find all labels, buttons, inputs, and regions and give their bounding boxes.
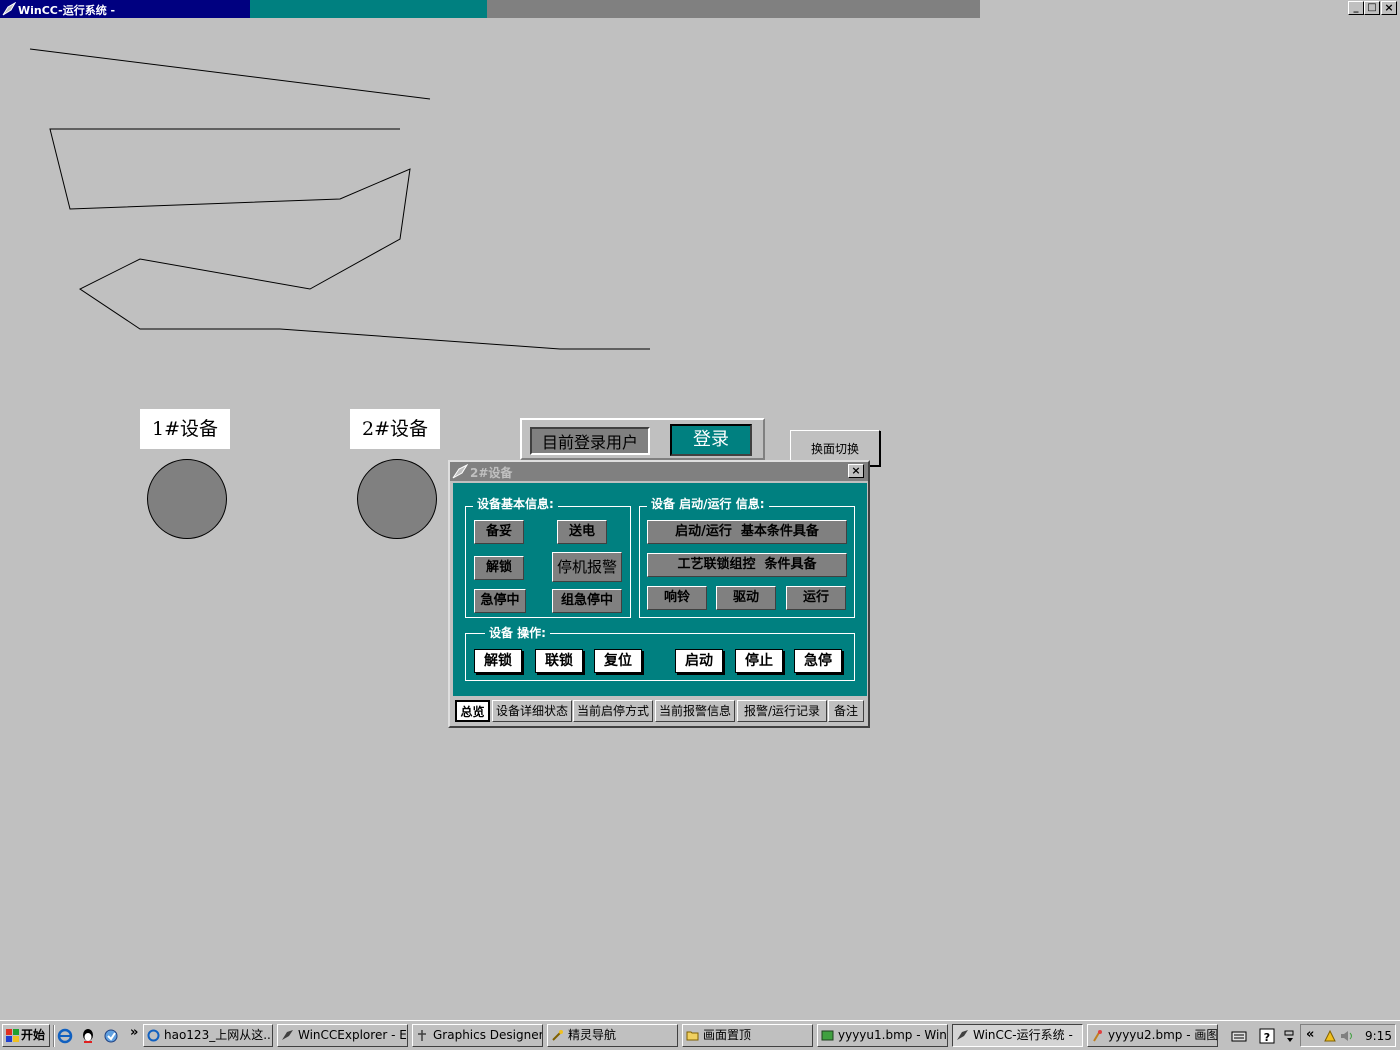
close-button[interactable]: × [1381,1,1397,15]
ie-icon [147,1029,160,1042]
system-tray: « 9:15 [1300,1024,1396,1047]
device-1-indicator[interactable] [147,459,227,539]
ie-quicklaunch-icon[interactable] [57,1028,73,1044]
taskbar-item-label: 精灵导航 [568,1028,617,1042]
taskbar-divider [53,1025,55,1047]
stop-button[interactable]: 停止 [735,649,783,673]
status-unlocked: 解锁 [474,556,524,580]
volume-icon[interactable] [1339,1029,1355,1043]
device-2-popup-window: 2#设备 × 设备基本信息: 备妥 送电 解锁 停机报警 急停中 组急停中 设备… [448,460,870,728]
wincc-runtime-icon [452,464,468,479]
status-powered: 送电 [557,520,607,544]
quicklaunch-overflow-icon[interactable]: » [130,1025,138,1040]
tab-start-stop-mode[interactable]: 当前启停方式 [573,700,653,722]
popup-title-bar[interactable]: 2#设备 × [450,462,868,481]
login-button[interactable]: 登录 [670,424,752,456]
taskbar-item-wincc-explorer[interactable]: WinCCExplorer - E:... [277,1024,408,1047]
wincc-explorer-icon [282,1030,293,1040]
start-button[interactable]: 开始 [2,1024,50,1047]
graphics-designer-icon [418,1030,426,1041]
current-user-label: 目前登录用户 [530,427,650,455]
tab-device-detail[interactable]: 设备详细状态 [492,700,572,722]
image-icon [821,1030,834,1041]
device-2-label[interactable]: 2#设备 [350,409,440,449]
windows-logo-icon [6,1029,19,1042]
status-drive: 驱动 [716,586,776,610]
tab-notes[interactable]: 备注 [828,700,864,722]
tray-app-icon[interactable] [1323,1029,1337,1043]
process-lines-drawing [29,48,650,350]
svg-text:?: ? [1264,1031,1270,1044]
taskbar: 开始 » hao123_上网从这... WinCCExplorer - E:..… [0,1020,1400,1050]
outlook-quicklaunch-icon[interactable] [103,1028,119,1044]
wizard-icon [552,1030,563,1041]
reset-button[interactable]: 复位 [594,649,642,673]
taskbar-item-label: 画面置顶 [703,1028,752,1042]
status-group-emergency-stop: 组急停中 [552,589,622,613]
maximize-button[interactable]: □ [1364,1,1380,15]
taskbar-item-yyyyu1[interactable]: yyyyu1.bmp - Win... [817,1024,948,1047]
input-method-icon[interactable] [1282,1028,1298,1044]
status-bell: 响铃 [647,586,707,610]
popup-close-button[interactable]: × [848,464,864,478]
status-ready: 备妥 [474,520,524,544]
taskbar-item-wizard[interactable]: 精灵导航 [547,1024,678,1047]
interlock-button[interactable]: 联锁 [535,649,583,673]
popup-body: 设备基本信息: 备妥 送电 解锁 停机报警 急停中 组急停中 设备 启动/运行 … [453,483,867,696]
taskbar-item-graphics-designer[interactable]: Graphics Designer ... [412,1024,543,1047]
taskbar-item-yyyyu2[interactable]: yyyyu2.bmp - 画图 [1087,1024,1218,1047]
tab-overview[interactable]: 总览 [455,700,490,722]
tab-alarm-run-log[interactable]: 报警/运行记录 [737,700,827,722]
login-panel: 目前登录用户 登录 [520,418,765,460]
process-line-path [49,128,650,350]
status-start-conditions: 启动/运行 基本条件具备 [647,520,847,544]
minimize-button[interactable]: _ [1348,1,1364,15]
start-label: 开始 [21,1028,46,1042]
unlock-button[interactable]: 解锁 [474,649,522,673]
operation-title: 设备 操作: [485,624,550,641]
run-info-title: 设备 启动/运行 信息: [647,495,769,512]
tray-expand-icon[interactable]: « [1306,1027,1314,1042]
taskbar-item-wincc-runtime[interactable]: WinCC-运行系统 - [952,1024,1083,1047]
device-2-indicator[interactable] [357,459,437,539]
paint-icon [1093,1030,1102,1042]
taskbar-item-label: WinCC-运行系统 - [973,1028,1073,1042]
taskbar-item-label: WinCCExplorer - E:... [298,1028,407,1042]
folder-icon [686,1031,699,1041]
status-running: 运行 [786,586,846,610]
popup-title: 2#设备 [470,466,513,480]
emergency-stop-button[interactable]: 急停 [794,649,842,673]
basic-info-title: 设备基本信息: [473,495,558,512]
taskbar-item-label: yyyyu1.bmp - Win... [838,1028,948,1042]
tab-current-alarms[interactable]: 当前报警信息 [655,700,735,722]
help-icon[interactable]: ? [1259,1028,1275,1044]
wincc-runtime-icon [957,1030,968,1040]
status-interlock-conditions: 工艺联锁组控 条件具备 [647,553,847,577]
taskbar-item-label: yyyyu2.bmp - 画图 [1108,1028,1218,1042]
qq-quicklaunch-icon[interactable] [80,1028,96,1044]
keyboard-icon[interactable] [1231,1028,1247,1044]
status-stop-alarm: 停机报警 [552,552,622,582]
process-line-top [29,48,431,100]
taskbar-item-label: hao123_上网从这... [164,1028,273,1042]
clock: 9:15 [1365,1029,1392,1043]
taskbar-item-screen-top[interactable]: 画面置顶 [682,1024,813,1047]
status-emergency-stop: 急停中 [474,589,526,613]
device-1-label[interactable]: 1#设备 [140,409,230,449]
taskbar-item-hao123[interactable]: hao123_上网从这... [143,1024,273,1047]
start-button[interactable]: 启动 [675,649,723,673]
taskbar-item-label: Graphics Designer ... [433,1028,543,1042]
